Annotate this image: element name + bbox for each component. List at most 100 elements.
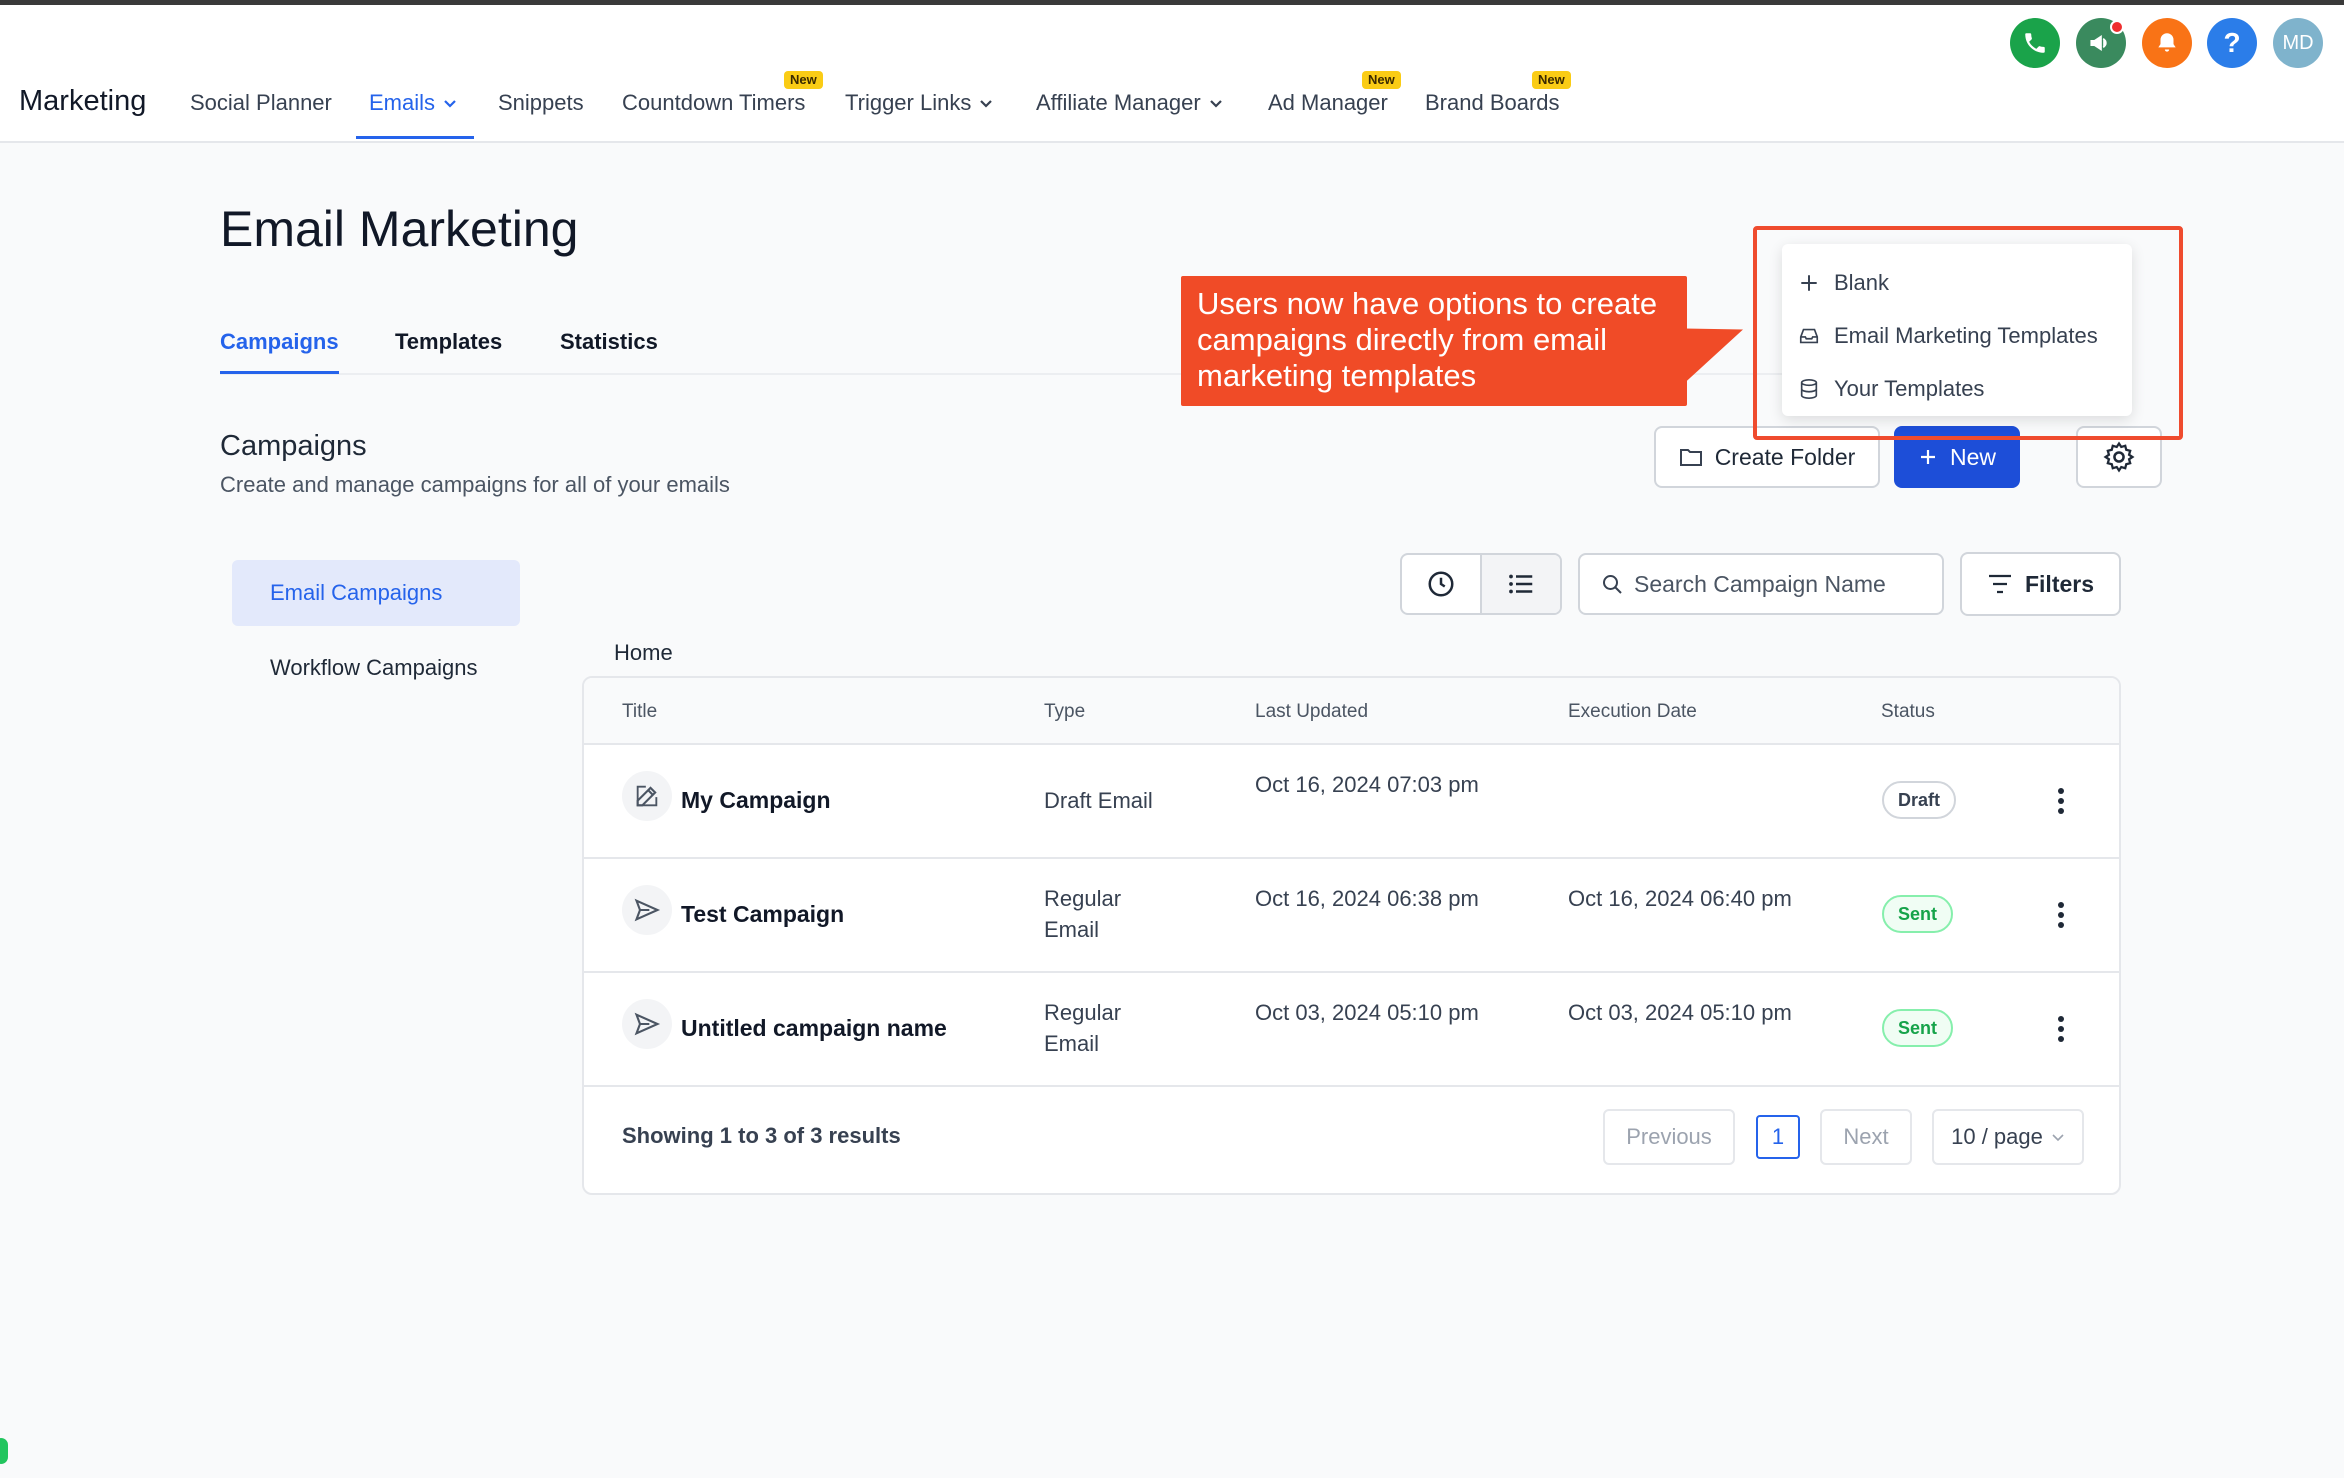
new-label: New — [1949, 443, 1996, 470]
campaign-title[interactable]: Test Campaign — [681, 899, 844, 930]
active-nav-indicator — [356, 136, 474, 139]
campaign-title[interactable]: Untitled campaign name — [681, 1013, 947, 1044]
help-button[interactable]: ? — [2207, 18, 2257, 68]
status-badge: Draft — [1882, 781, 1957, 819]
nav-label: Trigger Links — [845, 90, 972, 115]
nav-trigger-links[interactable]: Trigger Links — [845, 90, 993, 116]
more-vertical-icon — [2058, 788, 2064, 814]
status-badge: Sent — [1882, 895, 1954, 933]
chevron-down-icon — [444, 100, 456, 108]
annotation-highlight-box — [1753, 226, 2183, 440]
nav-ad-manager[interactable]: Ad Manager — [1268, 90, 1388, 116]
campaign-last-updated: Oct 16, 2024 06:38 pm — [1255, 886, 1479, 911]
page-size-select[interactable]: 10 / page — [1932, 1109, 2084, 1165]
nav-label: Countdown Timers — [622, 90, 806, 115]
send-icon — [622, 885, 672, 935]
create-folder-label: Create Folder — [1714, 443, 1856, 470]
nav-label: Social Planner — [190, 90, 332, 115]
page-size-value: 10 / page — [1951, 1124, 2043, 1149]
campaign-last-updated: Oct 03, 2024 05:10 pm — [1255, 1000, 1479, 1025]
campaign-type: Regular Email — [1044, 1000, 1122, 1056]
campaign-execution-date: Oct 16, 2024 06:40 pm — [1568, 886, 1792, 911]
page-number-current[interactable]: 1 — [1756, 1115, 1800, 1159]
chevron-down-icon — [2052, 1134, 2064, 1142]
section-subtitle: Create and manage campaigns for all of y… — [220, 472, 730, 497]
column-header-title: Title — [622, 701, 658, 722]
status-indicator-dot — [0, 1438, 8, 1464]
help-icon: ? — [2223, 27, 2241, 58]
nav-label: Brand Boards — [1425, 90, 1560, 115]
column-header-type: Type — [1044, 701, 1086, 722]
recent-view-toggle[interactable] — [1402, 555, 1480, 613]
tab-campaigns[interactable]: Campaigns — [220, 329, 339, 355]
breadcrumb[interactable]: Home — [614, 640, 673, 666]
nav-snippets[interactable]: Snippets — [498, 90, 584, 116]
row-actions-button[interactable] — [2044, 781, 2078, 821]
campaign-type: Regular Email — [1044, 886, 1122, 942]
active-tab-indicator — [220, 371, 339, 374]
sidebar-item-workflow-campaigns[interactable]: Workflow Campaigns — [232, 635, 520, 701]
campaign-title[interactable]: My Campaign — [681, 785, 831, 816]
notifications-button[interactable] — [2142, 18, 2192, 68]
search-field — [1578, 553, 1944, 615]
new-badge: New — [1532, 71, 1571, 89]
search-input[interactable] — [1634, 570, 1924, 598]
next-page-button[interactable]: Next — [1820, 1109, 1912, 1165]
phone-icon — [2025, 33, 2045, 53]
nav-label: Emails — [369, 90, 436, 115]
bell-icon — [2158, 33, 2176, 52]
campaign-type: Draft Email — [1044, 788, 1153, 813]
row-actions-button[interactable] — [2044, 1009, 2078, 1049]
row-actions-button[interactable] — [2044, 895, 2078, 935]
nav-affiliate-manager[interactable]: Affiliate Manager — [1036, 90, 1223, 116]
new-badge: New — [784, 71, 823, 89]
table-header: Title Type Last Updated Execution Date S… — [584, 678, 2119, 745]
previous-page-button[interactable]: Previous — [1603, 1109, 1735, 1165]
nav-label: Snippets — [498, 90, 584, 115]
avatar[interactable]: MD — [2273, 18, 2323, 68]
phone-button[interactable] — [2010, 18, 2060, 68]
list-view-toggle[interactable] — [1480, 555, 1560, 613]
nav-social-planner[interactable]: Social Planner — [190, 90, 332, 116]
tab-statistics[interactable]: Statistics — [560, 329, 658, 355]
notification-dot — [2110, 20, 2124, 34]
table-row[interactable]: Untitled campaign name Regular Email Oct… — [584, 973, 2119, 1087]
campaign-execution-date: Oct 03, 2024 05:10 pm — [1568, 1000, 1792, 1025]
clock-icon — [1428, 571, 1454, 597]
main-nav: Social Planner Emails Snippets Countdown… — [0, 5, 1700, 143]
column-header-last-updated: Last Updated — [1255, 701, 1369, 722]
megaphone-icon — [2090, 34, 2107, 52]
announcements-button[interactable] — [2076, 18, 2126, 68]
view-toggle — [1400, 553, 1562, 615]
section-title: Campaigns — [220, 430, 367, 462]
chevron-down-icon — [1209, 100, 1222, 108]
filter-icon — [1988, 574, 2011, 594]
filters-label: Filters — [2024, 570, 2095, 597]
nav-label: Ad Manager — [1268, 90, 1388, 115]
nav-countdown-timers[interactable]: Countdown Timers — [622, 90, 805, 116]
status-badge: Sent — [1882, 1009, 1954, 1047]
results-summary: Showing 1 to 3 of 3 results — [622, 1123, 901, 1148]
folder-icon — [1679, 449, 1702, 466]
search-icon — [1603, 575, 1622, 594]
avatar-initials: MD — [2282, 31, 2314, 54]
table-row[interactable]: Test Campaign Regular Email Oct 16, 2024… — [584, 859, 2119, 973]
more-vertical-icon — [2058, 1016, 2064, 1042]
filters-button[interactable]: Filters — [1960, 552, 2121, 616]
nav-label: Affiliate Manager — [1036, 90, 1201, 115]
new-badge: New — [1362, 71, 1401, 89]
sidebar-item-email-campaigns[interactable]: Email Campaigns — [232, 560, 520, 626]
column-header-status: Status — [1881, 701, 1935, 722]
campaigns-table: Title Type Last Updated Execution Date S… — [582, 676, 2121, 1195]
nav-brand-boards[interactable]: Brand Boards — [1425, 90, 1560, 116]
chevron-down-icon — [980, 100, 993, 108]
top-navigation-bar: Marketing Social Planner Emails Snippets… — [0, 5, 2344, 143]
table-row[interactable]: My Campaign Draft Email Oct 16, 2024 07:… — [584, 745, 2119, 859]
send-icon — [622, 999, 672, 1049]
campaign-last-updated: Oct 16, 2024 07:03 pm — [1255, 772, 1479, 797]
plus-icon — [1920, 450, 1935, 464]
page-title: Email Marketing — [220, 201, 579, 257]
nav-emails[interactable]: Emails — [369, 90, 457, 116]
tab-templates[interactable]: Templates — [395, 329, 502, 355]
list-icon — [1509, 574, 1533, 594]
